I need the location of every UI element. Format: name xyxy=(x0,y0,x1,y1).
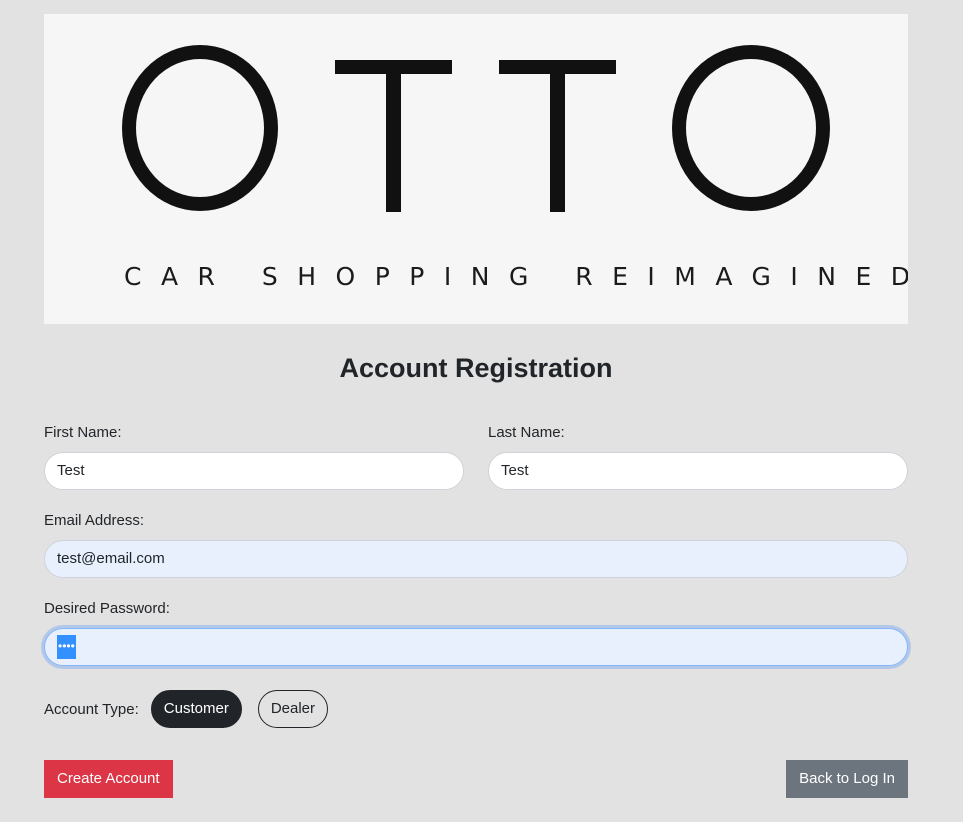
password-input[interactable]: •••• xyxy=(44,628,908,666)
form-actions: Create Account Back to Log In xyxy=(44,760,908,798)
first-name-input[interactable]: Test xyxy=(44,452,464,490)
registration-page: CAR SHOPPING REIMAGINED Account Registra… xyxy=(44,14,908,798)
page-title: Account Registration xyxy=(339,353,613,383)
last-name-label: Last Name: xyxy=(488,424,565,441)
account-type-label: Account Type: xyxy=(44,700,139,718)
email-label: Email Address: xyxy=(44,512,145,529)
last-name-group: Last Name: Test xyxy=(488,424,908,490)
email-input[interactable]: test@email.com xyxy=(44,540,908,578)
dealer-option-button[interactable]: Dealer xyxy=(257,690,329,728)
create-account-button[interactable]: Create Account xyxy=(44,760,173,798)
customer-option-button[interactable]: Customer xyxy=(150,690,242,728)
logo-tagline: CAR SHOPPING REIMAGINED xyxy=(124,262,908,291)
name-row: First Name: Test Last Name: Test xyxy=(44,424,908,490)
email-group: Email Address: test@email.com xyxy=(44,512,908,578)
password-label: Desired Password: xyxy=(44,600,170,617)
otto-banner: CAR SHOPPING REIMAGINED xyxy=(44,14,908,324)
last-name-input[interactable]: Test xyxy=(488,452,908,490)
password-masked-text: •••• xyxy=(57,635,76,659)
back-to-login-button[interactable]: Back to Log In xyxy=(786,760,908,798)
password-group: Desired Password: •••• xyxy=(44,600,908,666)
first-name-label: First Name: xyxy=(44,424,122,441)
first-name-group: First Name: Test xyxy=(44,424,464,490)
account-type-row: Account Type: Customer Dealer xyxy=(44,690,908,728)
